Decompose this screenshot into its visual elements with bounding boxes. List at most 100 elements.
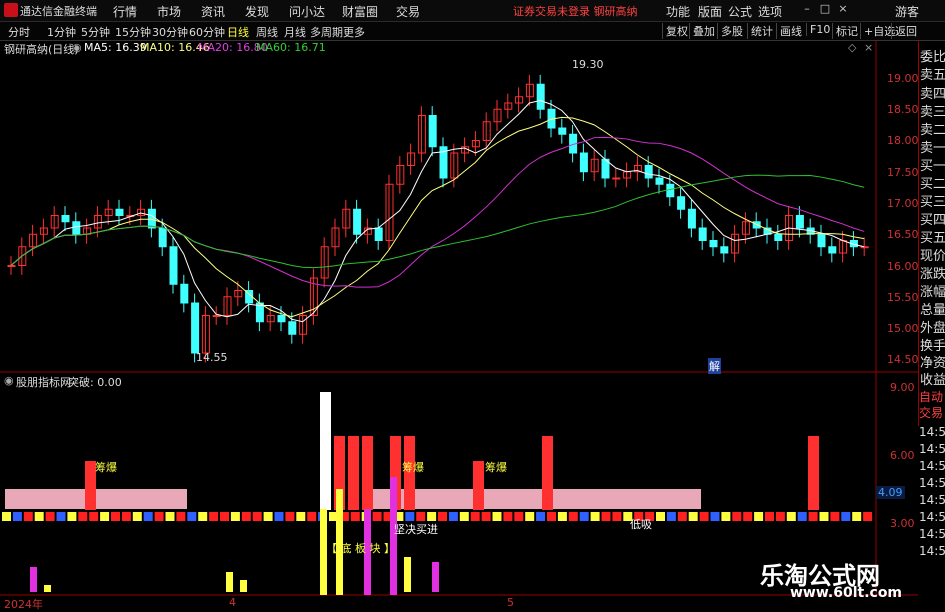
price-tick: 17.50 (887, 166, 919, 179)
volume-bar (348, 436, 359, 510)
auto-trade2[interactable]: 交易 (919, 404, 943, 421)
signal-block (252, 512, 262, 521)
kline-chart[interactable] (0, 0, 945, 609)
signal-block (176, 512, 186, 521)
signal-block (198, 512, 208, 521)
signal-block (677, 512, 687, 521)
bottom-sector-label: 【 底 板 块 】 (326, 542, 395, 555)
ma60-line (10, 174, 865, 269)
indicator-value: 突破: 0.00 (68, 376, 122, 389)
price-tick: 18.00 (887, 134, 919, 147)
watermark-url: www.60lt.com (790, 585, 903, 601)
candle-body (180, 283, 189, 304)
signal-block (143, 512, 153, 521)
signal-block (612, 512, 622, 521)
quote-buy1: 买一 (920, 159, 945, 174)
signal-block (732, 512, 742, 521)
auto-trade[interactable]: 自动 (919, 388, 943, 405)
chouba-label: 筹爆 (95, 461, 117, 474)
signal-block (754, 512, 764, 521)
quote-buy3: 买三 (920, 195, 945, 210)
candle-body (579, 152, 588, 173)
price-tick: 16.50 (887, 228, 919, 241)
signal-block (525, 512, 535, 521)
price-tick: 14.50 (887, 353, 919, 366)
jie-marker: 解 (708, 358, 721, 374)
buy-signal-label: 坚决买进 (394, 523, 438, 536)
indicator-name: 股朋指标网 (16, 376, 71, 389)
quote-buy2: 买二 (920, 177, 945, 192)
signal-block (765, 512, 774, 521)
signal-bar (44, 585, 51, 592)
signal-block (307, 512, 317, 521)
signal-block (547, 512, 556, 521)
chouba-label: 筹爆 (485, 461, 507, 474)
quote-earnings: 收益 (920, 373, 945, 388)
signal-block (852, 512, 862, 521)
dip-signal-label: 低吸 (630, 518, 652, 531)
quote-outer: 外盘 (920, 321, 945, 336)
price-tick: 17.00 (887, 197, 919, 210)
signal-block (209, 512, 219, 521)
quote-change: 涨跌 (920, 267, 945, 282)
signal-block (416, 512, 426, 521)
quote-price: 现价 (920, 249, 945, 264)
signal-bar (404, 557, 411, 592)
trade-time: 14:56 (919, 425, 945, 439)
signal-block (372, 512, 382, 521)
sub-tick: 6.00 (890, 449, 915, 462)
signal-block (438, 512, 447, 521)
signal-block (492, 512, 502, 521)
signal-block (132, 512, 142, 521)
low-price-label: 14.55 (196, 351, 228, 364)
signal-block (470, 512, 480, 521)
candle-body (158, 227, 167, 248)
quote-buy5: 买五 (920, 231, 945, 246)
signal-bar (432, 562, 439, 592)
signal-block (656, 512, 665, 521)
signal-bar (30, 567, 37, 592)
signal-block (241, 512, 251, 521)
signal-block (448, 512, 458, 521)
volume-bar (473, 461, 484, 510)
indicator-settings-icon[interactable]: ◉ (4, 374, 14, 387)
signal-block (481, 512, 491, 521)
candle-body (677, 196, 686, 210)
candle-body (655, 177, 664, 185)
quote-buy4: 买四 (920, 213, 945, 228)
signal-block (121, 512, 131, 521)
candle-body (828, 246, 837, 254)
signal-block (503, 512, 513, 521)
signal-block (514, 512, 524, 521)
trade-time: 14:56 (919, 510, 945, 524)
price-tick: 15.00 (887, 322, 919, 335)
signal-block (797, 512, 807, 521)
price-tick: 15.50 (887, 291, 919, 304)
date-label: 5 (507, 596, 514, 609)
signal-block (2, 512, 11, 521)
quote-weibi: 委比 (920, 50, 945, 65)
signal-block (688, 512, 698, 521)
signal-block (230, 512, 240, 521)
signal-block (427, 512, 437, 521)
signal-block (67, 512, 77, 521)
signal-block (78, 512, 88, 521)
signal-block (23, 512, 33, 521)
date-label: 2024年 (4, 598, 43, 611)
candle-body (687, 208, 696, 229)
signal-block (808, 512, 818, 521)
signal-block (100, 512, 110, 521)
signal-block (296, 512, 306, 521)
sub-tick: 3.00 (890, 517, 915, 530)
candle-body (795, 215, 804, 229)
price-tick: 18.50 (887, 103, 919, 116)
signal-block (786, 512, 796, 521)
candle-body (353, 208, 362, 235)
signal-block (459, 512, 469, 521)
candle-body (374, 227, 383, 241)
candle-body (709, 240, 718, 248)
signal-block (45, 512, 55, 521)
signal-block (154, 512, 164, 521)
high-price-label: 19.30 (572, 58, 604, 71)
quote-sell4: 卖四 (920, 87, 945, 102)
